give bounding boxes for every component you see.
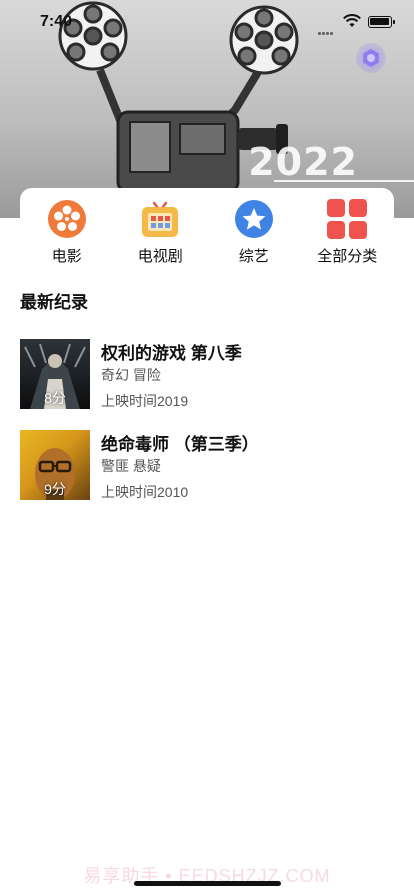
movie-genres: 警匪 悬疑 xyxy=(101,458,161,474)
grid-icon xyxy=(327,199,368,239)
category-variety[interactable]: 综艺 xyxy=(207,188,301,272)
poster-image: 8分 xyxy=(20,339,90,409)
category-nav: 电影 电视剧 综艺 全部分类 xyxy=(20,188,394,272)
settings-button[interactable] xyxy=(356,43,386,73)
tv-icon xyxy=(140,199,180,239)
category-all[interactable]: 全部分类 xyxy=(301,188,395,272)
movie-release: 上映时间2019 xyxy=(101,393,189,409)
poster-image: 9分 xyxy=(20,430,90,500)
category-all-label: 全部分类 xyxy=(317,248,378,265)
latest-records-title: 最新纪录 xyxy=(20,293,88,312)
status-time: 7:40 xyxy=(40,13,73,30)
hero-underline xyxy=(274,180,414,182)
movie-title: 绝命毒师 （第三季） xyxy=(101,435,259,454)
category-tv-label: 电视剧 xyxy=(137,248,183,265)
movie-genres: 奇幻 冒险 xyxy=(101,367,161,383)
movie-release: 上映时间2010 xyxy=(101,484,189,500)
list-item[interactable]: 9分 绝命毒师 （第三季） 警匪 悬疑 上映时间2010 xyxy=(20,430,394,500)
home-indicator[interactable] xyxy=(134,881,281,886)
movie-title: 权利的游戏 第八季 xyxy=(101,344,242,363)
film-reel-icon xyxy=(47,199,87,239)
status-bar: 7:40 xyxy=(0,0,414,44)
star-icon xyxy=(234,199,274,239)
category-movie[interactable]: 电影 xyxy=(20,188,114,272)
gear-icon xyxy=(363,49,379,67)
score-badge: 9分 xyxy=(44,481,66,497)
hero-year-text: 2022 xyxy=(248,140,358,184)
category-movie-label: 电影 xyxy=(51,248,82,265)
category-variety-label: 综艺 xyxy=(238,248,269,265)
wifi-icon xyxy=(343,14,361,33)
score-badge: 8分 xyxy=(44,390,66,406)
list-item[interactable]: 8分 权利的游戏 第八季 奇幻 冒险 上映时间2019 xyxy=(20,339,394,409)
category-tv[interactable]: 电视剧 xyxy=(114,188,208,272)
cellular-signal-icon xyxy=(318,22,338,35)
battery-icon xyxy=(368,16,395,28)
